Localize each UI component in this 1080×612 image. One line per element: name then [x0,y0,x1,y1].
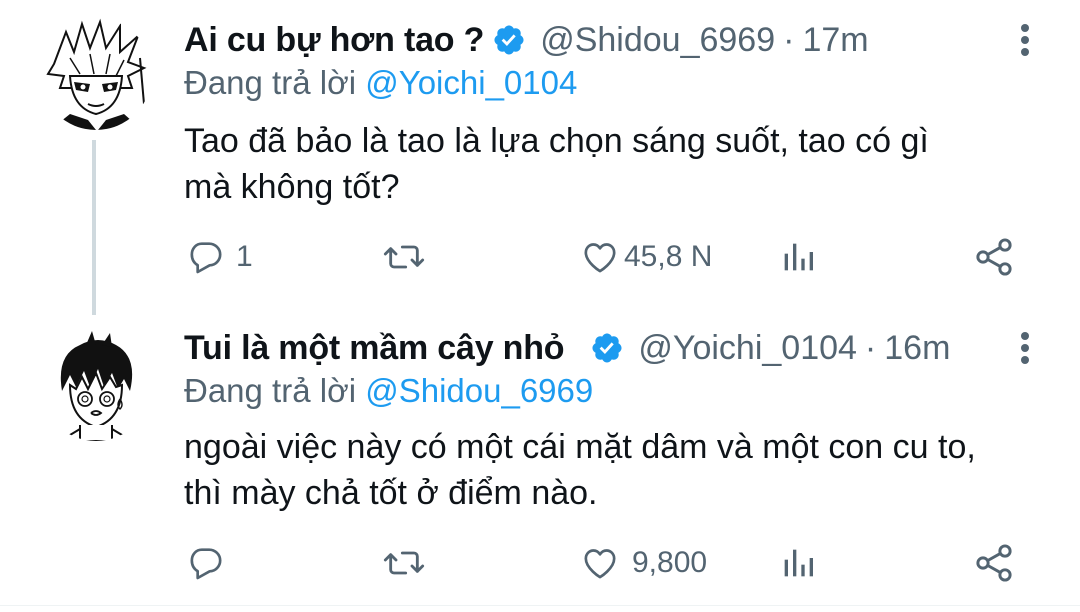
separator: · [864,328,877,367]
action-bar: 9,800 [0,538,1080,588]
replying-to-mention[interactable]: @Shidou_6969 [365,372,593,409]
verified-badge-icon [494,25,524,55]
share-button[interactable] [972,232,1016,282]
like-button[interactable]: 45,8 N [580,232,712,282]
heart-icon [584,243,616,273]
reply-button[interactable]: 1 [186,232,253,282]
retweet-button[interactable] [382,232,426,282]
replying-to-mention[interactable]: @Yoichi_0104 [365,64,577,101]
share-icon [976,544,1012,582]
like-count: 45,8 N [624,240,713,273]
share-icon [976,238,1012,276]
reply-count: 1 [236,240,253,273]
share-button[interactable] [972,538,1016,588]
tweet[interactable]: Tui là một mầm cây nhỏ @Yoichi_0104 · 16… [0,315,1080,612]
separator: · [783,20,795,59]
tweet[interactable]: Ai cu bự hơn tao ? @Shidou_6969 · 17m Đa… [0,0,1080,315]
replying-to-label: Đang trả lời [184,372,357,409]
more-vertical-icon [1021,24,1029,56]
views-button[interactable] [778,538,818,588]
more-vertical-icon [1021,332,1029,364]
views-chart-icon [784,243,813,271]
reply-button[interactable] [186,538,236,588]
tweet-text-line: Tao đã bảo là tao là lựa chọn sáng suốt,… [184,122,929,160]
verified-badge-icon [592,333,622,363]
manga-character-black-hair-avatar [40,329,152,441]
replying-to: Đang trả lời @Yoichi_0104 [184,64,577,102]
user-handle[interactable]: @Yoichi_0104 [638,329,857,368]
replying-to: Đang trả lời @Shidou_6969 [184,372,593,410]
reply-bubble-icon [190,548,222,580]
replying-to-label: Đang trả lời [184,64,357,101]
like-button[interactable]: 9,800 [580,538,707,588]
manga-character-white-hair-avatar [40,18,152,130]
like-count: 9,800 [632,546,708,579]
user-handle[interactable]: @Shidou_6969 [540,21,775,60]
timestamp[interactable]: 16m [884,329,950,368]
views-button[interactable] [778,232,818,282]
tweet-text-line: ngoài việc này có một cái mặt dâm và một… [184,428,976,466]
retweet-icon [383,245,425,269]
tweet-text: ngoài việc này có một cái mặt dâm và một… [184,424,1050,516]
tweet-text-line: mà không tốt? [184,168,400,206]
tweet-text: Tao đã bảo là tao là lựa chọn sáng suốt,… [184,118,1050,210]
tweet-header: Tui là một mầm cây nhỏ @Yoichi_0104 · 16… [184,326,990,370]
reply-bubble-icon [190,242,222,274]
tweet-header: Ai cu bự hơn tao ? @Shidou_6969 · 17m [184,18,990,62]
views-chart-icon [784,549,813,577]
more-options-button[interactable] [1010,326,1040,370]
divider [0,605,1080,606]
timestamp[interactable]: 17m [802,21,868,60]
avatar[interactable] [40,329,152,441]
heart-icon [584,549,616,579]
avatar[interactable] [40,18,152,130]
thread-connector-line [92,140,96,315]
reply-thread: Ai cu bự hơn tao ? @Shidou_6969 · 17m Đa… [0,0,1080,612]
display-name[interactable]: Tui là một mầm cây nhỏ [184,329,565,368]
more-options-button[interactable] [1010,18,1040,62]
retweet-icon [383,551,425,575]
retweet-button[interactable] [382,538,426,588]
display-name[interactable]: Ai cu bự hơn tao ? [184,21,484,60]
tweet-text-line: thì mày chả tốt ở điểm nào. [184,474,598,512]
action-bar: 1 45,8 N [0,232,1080,282]
